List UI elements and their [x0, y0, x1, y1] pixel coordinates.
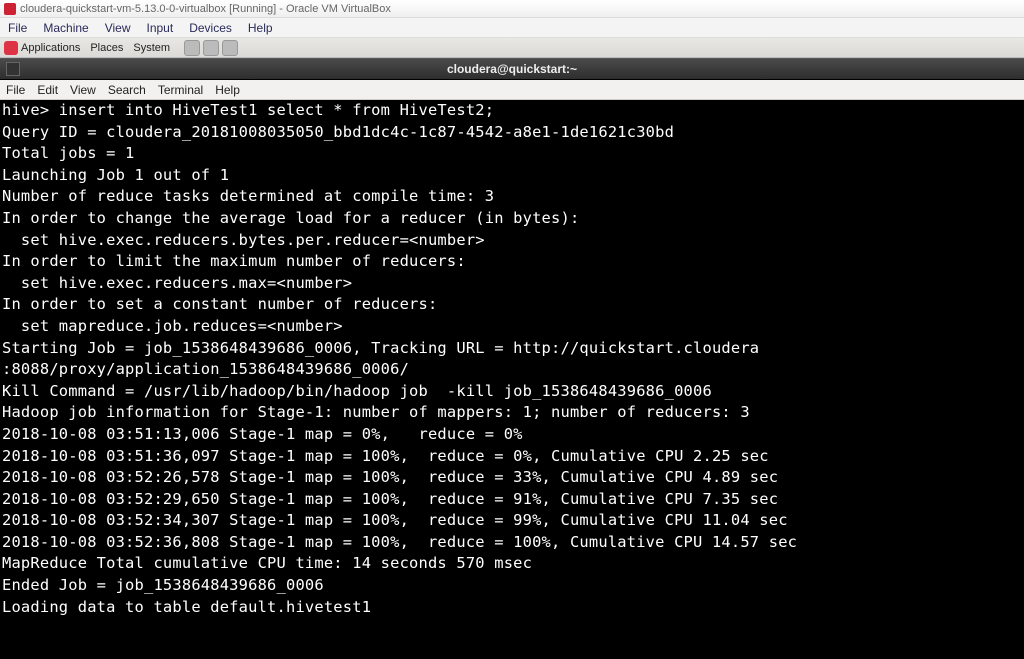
virtualbox-title-text: cloudera-quickstart-vm-5.13.0-0-virtualb… [20, 3, 391, 15]
vbox-menu-help[interactable]: Help [248, 21, 273, 35]
terminal-output[interactable]: hive> insert into HiveTest1 select * fro… [0, 100, 1024, 659]
gnome-applications-menu[interactable]: Applications [4, 41, 80, 55]
terminal-title-text: cloudera@quickstart:~ [0, 62, 1024, 76]
vbox-menu-file[interactable]: File [8, 21, 27, 35]
terminal-menu-view[interactable]: View [70, 83, 96, 97]
virtualbox-titlebar: cloudera-quickstart-vm-5.13.0-0-virtualb… [0, 0, 1024, 18]
virtualbox-icon [4, 3, 16, 15]
gnome-launcher-icons [184, 40, 238, 56]
vbox-menu-devices[interactable]: Devices [189, 21, 232, 35]
terminal-menu-file[interactable]: File [6, 83, 25, 97]
terminal-menu-search[interactable]: Search [108, 83, 146, 97]
vbox-menu-input[interactable]: Input [147, 21, 174, 35]
vbox-menu-machine[interactable]: Machine [43, 21, 88, 35]
gnome-places-menu[interactable]: Places [90, 42, 123, 54]
terminal-menu-edit[interactable]: Edit [37, 83, 58, 97]
mail-launcher-icon[interactable] [203, 40, 219, 56]
terminal-titlebar[interactable]: cloudera@quickstart:~ [0, 58, 1024, 80]
terminal-launcher-icon[interactable] [222, 40, 238, 56]
virtualbox-menubar: File Machine View Input Devices Help [0, 18, 1024, 38]
gnome-system-menu[interactable]: System [133, 42, 170, 54]
vbox-menu-view[interactable]: View [105, 21, 131, 35]
terminal-menu-help[interactable]: Help [215, 83, 240, 97]
gnome-top-panel: Applications Places System [0, 38, 1024, 58]
browser-launcher-icon[interactable] [184, 40, 200, 56]
terminal-menu-terminal[interactable]: Terminal [158, 83, 203, 97]
terminal-menubar: File Edit View Search Terminal Help [0, 80, 1024, 100]
gnome-applications-label: Applications [21, 42, 80, 54]
gnome-foot-icon [4, 41, 18, 55]
